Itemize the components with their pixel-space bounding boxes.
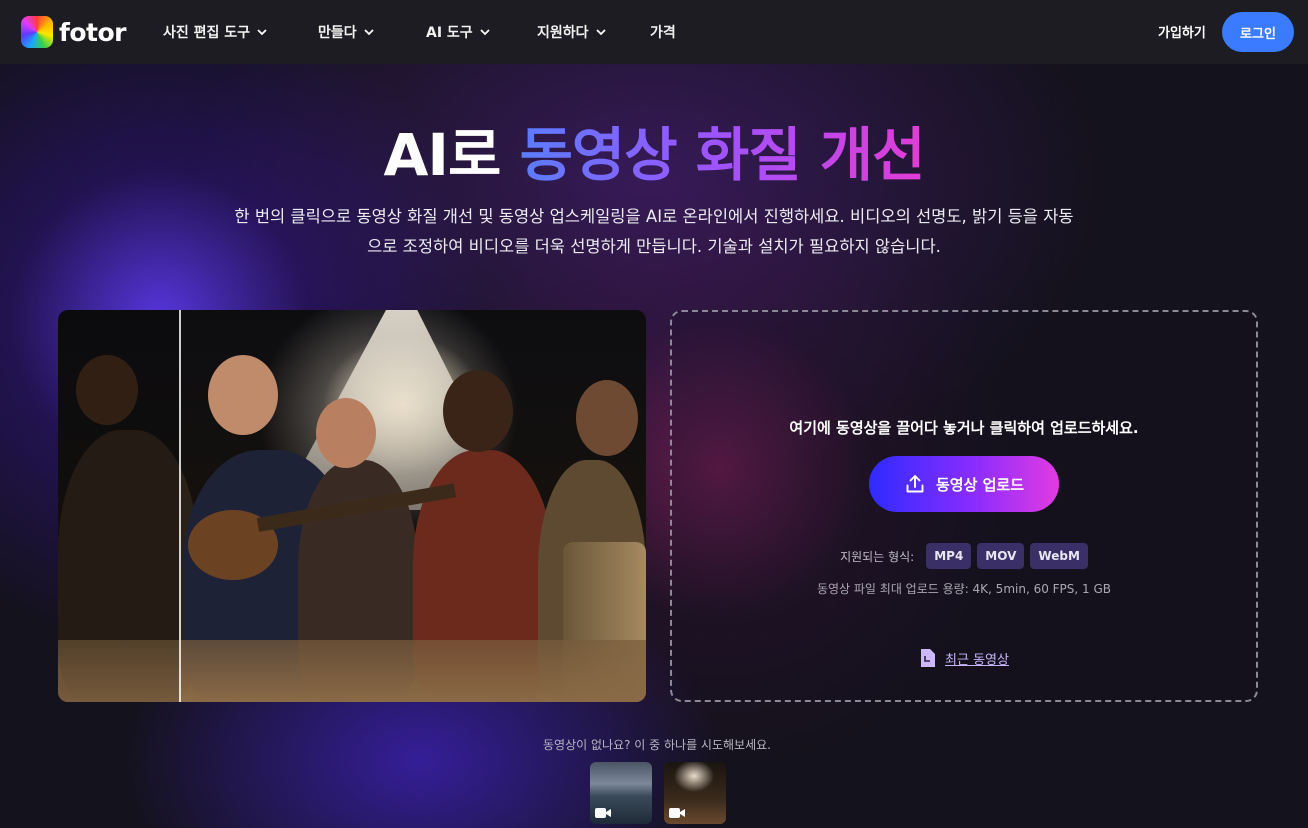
nav-item-label: 가격 — [650, 25, 676, 41]
top-nav: fotor 사진 편집 도구 만들다 AI 도구 지원하다 가격 가입하기 로그… — [0, 0, 1308, 64]
nav-item-ai-tools[interactable]: AI 도구 — [426, 21, 490, 43]
page-title: AI로 동영상 화질 개선 — [0, 108, 1308, 192]
chevron-down-icon — [257, 29, 267, 36]
before-side-overlay — [58, 310, 180, 702]
nav-item-label: 만들다 — [318, 25, 357, 41]
page-subtitle: 한 번의 클릭으로 동영상 화질 개선 및 동영상 업스케일링을 AI로 온라인… — [200, 202, 1108, 262]
supported-formats: 지원되는 형식: MP4 MOV WebM — [672, 543, 1256, 569]
chevron-down-icon — [595, 29, 606, 36]
nav-item-label: 지원하다 — [537, 25, 589, 41]
person-head — [208, 355, 278, 435]
sample-video-thumbnail-campfire[interactable] — [664, 762, 726, 824]
chevron-down-icon — [364, 29, 374, 36]
format-chip-mp4: MP4 — [926, 543, 972, 569]
upload-button-label: 동영상 업로드 — [935, 475, 1025, 494]
fotor-logo[interactable]: fotor — [21, 16, 127, 48]
nav-item-pricing[interactable]: 가격 — [650, 21, 676, 43]
nav-item-label: 사진 편집 도구 — [163, 25, 251, 41]
upload-limits: 동영상 파일 최대 업로드 용량: 4K, 5min, 60 FPS, 1 GB — [816, 582, 1112, 596]
comparison-split-handle[interactable] — [179, 310, 181, 702]
title-plain: AI로 — [383, 121, 520, 189]
formats-label: 지원되는 형식: — [840, 549, 915, 564]
title-highlight: 동영상 화질 개선 — [519, 121, 926, 189]
nav-item-photo-editing-tools[interactable]: 사진 편집 도구 — [163, 21, 267, 43]
dropzone-instruction: 여기에 동영상을 끌어다 놓거나 클릭하여 업로드하세요. — [789, 419, 1139, 437]
subtitle-line: 으로 조정하여 비디오를 더욱 선명하게 만듭니다. 기술과 설치가 필요하지 … — [367, 237, 941, 256]
file-icon — [921, 649, 936, 667]
brand-name: fotor — [59, 17, 127, 47]
chevron-down-icon — [480, 29, 490, 36]
video-camera-icon — [669, 808, 685, 818]
format-chip-mov: MOV — [977, 543, 1025, 569]
upload-dropzone[interactable]: 여기에 동영상을 끌어다 놓거나 클릭하여 업로드하세요. 동영상 업로드 지원… — [670, 310, 1258, 702]
format-chip-webm: WebM — [1030, 543, 1088, 569]
signup-link[interactable]: 가입하기 — [1158, 22, 1206, 41]
video-camera-icon — [595, 808, 611, 818]
person-head — [316, 398, 376, 468]
recent-videos-label: 최근 동영상 — [945, 652, 1009, 668]
nav-item-create[interactable]: 만들다 — [318, 21, 374, 43]
recent-videos-link[interactable]: 최근 동영상 — [672, 648, 1256, 668]
upload-icon — [906, 475, 924, 493]
nav-item-support[interactable]: 지원하다 — [537, 21, 606, 43]
person-head — [443, 370, 513, 452]
login-button[interactable]: 로그인 — [1222, 12, 1294, 52]
sample-videos-prompt: 동영상이 없나요? 이 중 하나를 시도해보세요. — [543, 738, 771, 752]
nav-item-label: AI 도구 — [426, 25, 473, 41]
video-comparison-preview[interactable] — [58, 310, 646, 702]
fotor-logo-icon — [21, 16, 53, 48]
person-head — [576, 380, 638, 456]
upload-video-button[interactable]: 동영상 업로드 — [869, 456, 1059, 512]
subtitle-line: 한 번의 클릭으로 동영상 화질 개선 및 동영상 업스케일링을 AI로 온라인… — [234, 207, 1074, 226]
sample-video-thumbnail-landscape[interactable] — [590, 762, 652, 824]
